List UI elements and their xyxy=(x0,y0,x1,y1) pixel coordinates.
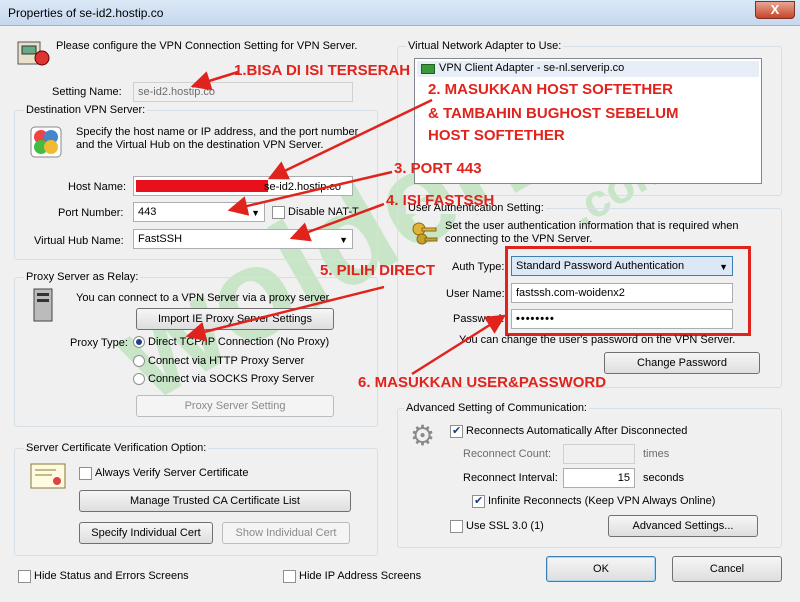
annotation-4: 4. ISI FASTSSH xyxy=(386,192,495,209)
annotation-1: 1.BISA DI ISI TERSERAH xyxy=(234,62,411,79)
annotation-3: 3. PORT 443 xyxy=(394,160,482,177)
annotation-2-line3: HOST SOFTETHER xyxy=(428,127,565,144)
arrow-1 xyxy=(190,70,239,91)
arrow-6 xyxy=(411,314,507,376)
arrow-5 xyxy=(185,285,385,342)
annotation-2-line2: & TAMBAHIN BUGHOST SEBELUM xyxy=(428,105,679,122)
annotation-2-line1: 2. MASUKKAN HOST SOFTETHER xyxy=(428,81,674,98)
arrow-3 xyxy=(227,170,393,216)
annotation-arrows xyxy=(185,70,507,376)
annotation-5: 5. PILIH DIRECT xyxy=(320,262,436,279)
arrow-4 xyxy=(289,202,385,242)
annotation-6: 6. MASUKKAN USER&PASSWORD xyxy=(358,374,607,391)
